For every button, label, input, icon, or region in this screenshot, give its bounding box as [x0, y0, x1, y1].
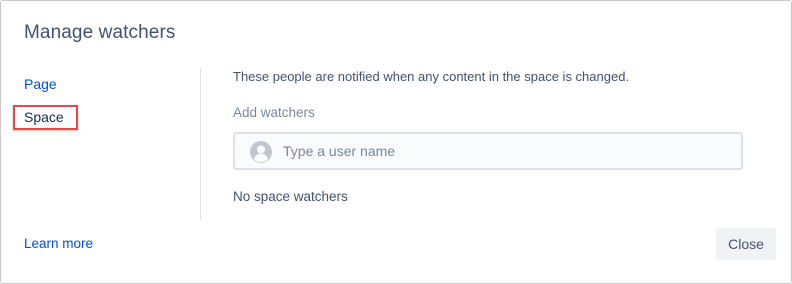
dialog-title: Manage watchers	[24, 22, 176, 43]
no-watchers-text: No space watchers	[233, 189, 348, 204]
close-button[interactable]: Close	[716, 228, 776, 260]
vertical-divider	[200, 68, 201, 220]
user-avatar-icon	[250, 141, 272, 163]
learn-more-link[interactable]: Learn more	[24, 236, 93, 251]
manage-watchers-dialog: Manage watchers Page Space These people …	[0, 0, 792, 284]
add-watchers-label: Add watchers	[233, 105, 315, 120]
nav-item-space-label: Space	[24, 109, 64, 125]
user-search-field[interactable]	[233, 132, 743, 170]
nav-item-page[interactable]: Page	[24, 76, 57, 92]
nav-item-space[interactable]: Space	[13, 105, 78, 130]
watchers-description: These people are notified when any conte…	[233, 69, 630, 84]
user-name-input[interactable]	[283, 140, 723, 162]
